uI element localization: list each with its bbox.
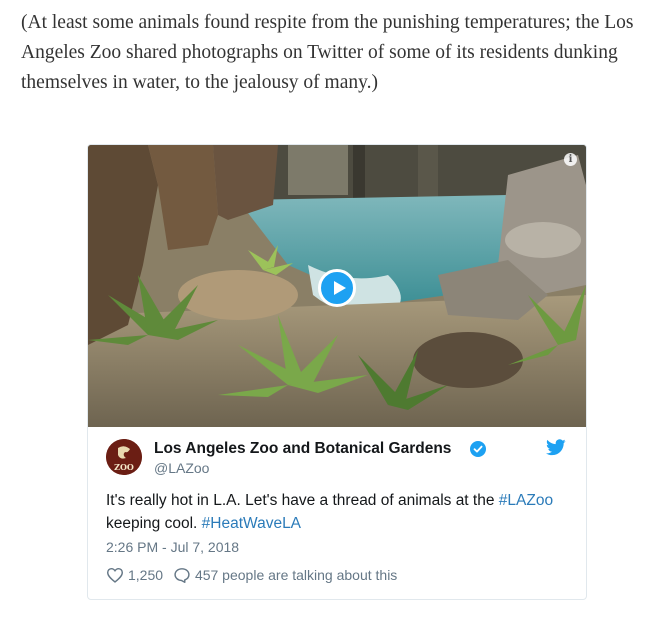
- hashtag-heatwavela-link[interactable]: #HeatWaveLA: [202, 515, 301, 532]
- tweet-text-part2: keeping cool.: [106, 515, 202, 532]
- zoo-logo-icon: ZOO: [106, 439, 142, 475]
- play-button[interactable]: [318, 269, 356, 307]
- article-paragraph: (At least some animals found respite fro…: [21, 12, 634, 93]
- like-count: 1,250: [128, 567, 164, 584]
- verified-badge-icon: [470, 441, 486, 457]
- conversation-action[interactable]: 457 people are talking about this: [173, 567, 398, 584]
- handle[interactable]: @LAZoo: [154, 460, 209, 476]
- tweet-text: It's really hot in L.A. Let's have a thr…: [106, 489, 566, 535]
- like-action[interactable]: 1,250: [106, 567, 163, 583]
- tweet-text-part1: It's really hot in L.A. Let's have a thr…: [106, 492, 499, 509]
- info-icon[interactable]: i: [564, 153, 577, 166]
- tweet-header: ZOO Los Angeles Zoo and Botanical Garden…: [106, 439, 566, 479]
- tweet-timestamp[interactable]: 2:26 PM - Jul 7, 2018: [106, 539, 239, 555]
- tweet-embed-card[interactable]: i ZOO Los Angeles Zoo and Botanical Gard…: [87, 144, 587, 600]
- twitter-bird-icon[interactable]: [546, 439, 566, 456]
- avatar[interactable]: ZOO: [106, 439, 142, 475]
- conversation-text: 457 people are talking about this: [194, 567, 398, 584]
- tweet-actions: 1,250 457 people are talking about this: [106, 566, 403, 586]
- display-name[interactable]: Los Angeles Zoo and Botanical Gardens: [154, 440, 451, 458]
- comment-bubble-icon: [174, 568, 190, 584]
- hashtag-lazoo-link[interactable]: #LAZoo: [499, 492, 553, 509]
- tweet-video-thumbnail[interactable]: i: [88, 145, 586, 427]
- heart-icon: [106, 568, 124, 584]
- avatar-zoo-text: ZOO: [114, 462, 134, 472]
